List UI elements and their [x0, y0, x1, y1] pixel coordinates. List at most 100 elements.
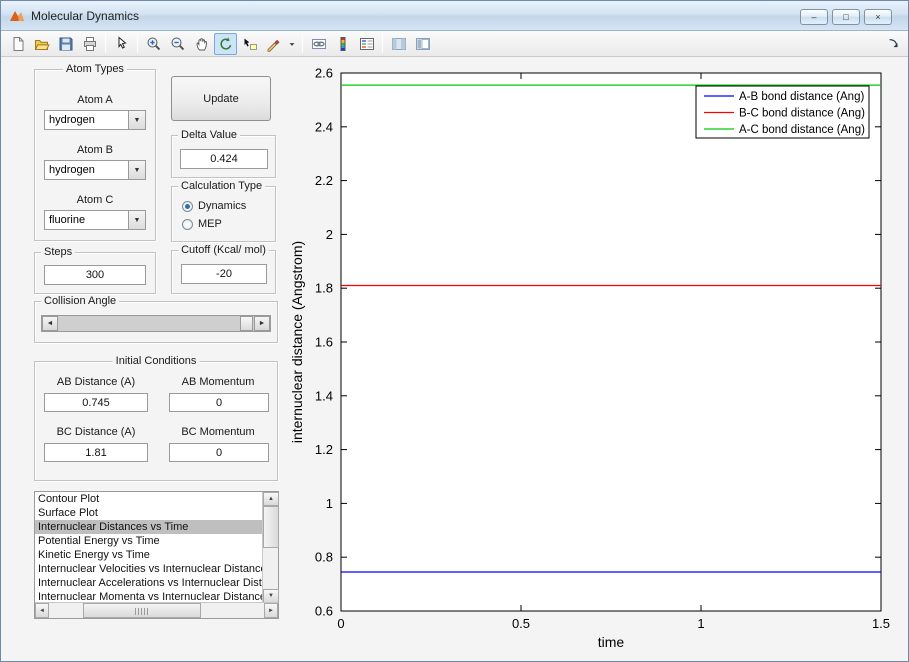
new-file-button[interactable]	[6, 33, 29, 55]
y-tick-label: 1.4	[315, 388, 333, 403]
save-button[interactable]	[54, 33, 77, 55]
radio-option-dynamics[interactable]: Dynamics	[182, 200, 246, 212]
data-cursor-button[interactable]	[238, 33, 261, 55]
ab-distance-field[interactable]	[44, 393, 148, 412]
zoom-out-button[interactable]	[166, 33, 189, 55]
close-button[interactable]: ×	[864, 9, 892, 25]
collision-angle-slider[interactable]: ◄ ►	[41, 315, 271, 332]
plot-background	[341, 73, 881, 611]
title-bar[interactable]: Molecular Dynamics – □ ×	[1, 1, 908, 31]
figure-toolbar	[1, 31, 908, 57]
bc-distance-field[interactable]	[44, 443, 148, 462]
rotate-3d-button[interactable]	[214, 32, 237, 55]
edit-plot-icon	[118, 35, 127, 49]
delta-value-title: Delta Value	[178, 129, 241, 141]
listbox-vertical-scrollbar[interactable]: ▲ ▼	[262, 492, 279, 603]
print-icon	[83, 36, 96, 51]
link-plot-button[interactable]	[307, 33, 330, 55]
ab-distance-label: AB Distance (A)	[56, 376, 136, 388]
initial-conditions-title: Initial Conditions	[112, 355, 200, 367]
x-tick-label: 0	[337, 616, 344, 631]
edit-plot-button[interactable]	[110, 33, 133, 55]
list-item[interactable]: Internuclear Velocities vs Internuclear …	[35, 562, 263, 576]
atom-a-dropdown[interactable]: hydrogen ▼	[44, 110, 146, 130]
scroll-right-icon[interactable]: ►	[264, 603, 278, 618]
list-item[interactable]: Contour Plot	[35, 492, 263, 506]
atom-b-value: hydrogen	[49, 164, 95, 176]
insert-colorbar-icon	[340, 36, 345, 51]
dropdown-arrow-icon: ▼	[128, 111, 145, 129]
steps-field[interactable]	[44, 265, 146, 285]
list-item[interactable]: Potential Energy vs Time	[35, 534, 263, 548]
legend-label: B-C bond distance (Ang)	[739, 108, 865, 120]
link-plot-icon	[311, 38, 326, 49]
hide-plot-tools-icon	[391, 37, 406, 50]
slider-left-arrow-icon[interactable]: ◄	[42, 316, 58, 331]
minimize-button[interactable]: –	[800, 9, 828, 25]
y-tick-label: 1.8	[315, 281, 333, 296]
radio-option-mep[interactable]: MEP	[182, 218, 222, 230]
slider-right-arrow-icon[interactable]: ►	[254, 316, 270, 331]
list-item[interactable]: Surface Plot	[35, 506, 263, 520]
app-window: Molecular Dynamics – □ × Atom Types Atom…	[0, 0, 909, 662]
scroll-up-icon[interactable]: ▲	[263, 492, 279, 506]
zoom-in-button[interactable]	[142, 33, 165, 55]
insert-colorbar-button[interactable]	[331, 33, 354, 55]
list-item[interactable]: Kinetic Energy vs Time	[35, 548, 263, 562]
collision-angle-panel: Collision Angle ◄ ►	[34, 295, 278, 343]
open-file-icon	[34, 39, 50, 50]
steps-title: Steps	[41, 246, 76, 258]
app-icon	[9, 8, 25, 24]
show-plot-tools-button[interactable]	[411, 33, 434, 55]
y-tick-label: 2.4	[315, 119, 333, 134]
list-item[interactable]: Internuclear Distances vs Time	[35, 520, 263, 534]
x-tick-label: 1.5	[872, 616, 890, 631]
dock-figure-button[interactable]	[885, 35, 903, 53]
plot-area[interactable]: 0 0.5 1 1.5 0.6 0.8 1 1.2 1.4 1.6 1.8 2 2.2 2.4 2.6 A-B…	[286, 57, 908, 661]
atom-b-dropdown[interactable]: hydrogen ▼	[44, 160, 146, 180]
print-button[interactable]	[78, 33, 101, 55]
brush-button[interactable]	[262, 33, 285, 55]
atom-a-value: hydrogen	[49, 114, 95, 126]
list-item[interactable]: Internuclear Accelerations vs Internucle…	[35, 576, 263, 590]
window-controls: – □ ×	[800, 9, 892, 25]
initial-conditions-panel: Initial Conditions AB Distance (A) AB Mo…	[34, 355, 278, 481]
maximize-icon: □	[843, 11, 849, 22]
bc-momentum-field[interactable]	[169, 443, 269, 462]
toolbar-items	[6, 32, 434, 55]
atom-c-dropdown[interactable]: fluorine ▼	[44, 210, 146, 230]
hide-plot-tools-button[interactable]	[387, 33, 410, 55]
horizontal-scroll-thumb[interactable]	[83, 603, 201, 618]
toolbar-separator	[137, 34, 138, 53]
atom-c-label: Atom C	[76, 194, 114, 206]
pan-button[interactable]	[190, 33, 213, 55]
atom-types-panel: Atom Types Atom A hydrogen ▼ Atom B hydr…	[34, 63, 156, 241]
ab-momentum-field[interactable]	[169, 393, 269, 412]
insert-legend-button[interactable]	[355, 33, 378, 55]
data-cursor-icon	[244, 38, 257, 50]
cutoff-field[interactable]	[181, 264, 267, 284]
update-button[interactable]: Update	[171, 76, 271, 121]
cutoff-title: Cutoff (Kcal/ mol)	[178, 244, 269, 256]
window-title: Molecular Dynamics	[31, 8, 140, 23]
plot-type-listbox: Contour Plot Surface Plot Internuclear Dis…	[34, 491, 279, 619]
scroll-down-icon[interactable]: ▼	[263, 589, 279, 603]
calculation-type-title: Calculation Type	[178, 180, 266, 192]
plot-axes[interactable]: 0 0.5 1 1.5 0.6 0.8 1 1.2 1.4 1.6 1.8 2 2.2 2.4 2.6 A-B…	[286, 57, 908, 661]
delta-value-field[interactable]	[180, 149, 268, 169]
y-tick-label: 1.2	[315, 442, 333, 457]
scroll-left-icon[interactable]: ◄	[35, 603, 49, 618]
ab-momentum-label: AB Momentum	[181, 376, 255, 388]
listbox-horizontal-scrollbar[interactable]: ◄ ►	[35, 602, 278, 618]
slider-thumb[interactable]	[240, 316, 253, 331]
brush-menu-button[interactable]	[286, 33, 298, 55]
open-file-button[interactable]	[30, 33, 53, 55]
radio-button-icon	[182, 218, 193, 230]
toolbar-separator	[382, 34, 383, 53]
maximize-button[interactable]: □	[832, 9, 860, 25]
y-tick-label: 2	[326, 227, 333, 242]
minimize-icon: –	[811, 11, 817, 22]
pan-icon	[196, 37, 207, 50]
vertical-scroll-thumb[interactable]	[263, 506, 279, 548]
legend-label: A-B bond distance (Ang)	[739, 91, 864, 103]
